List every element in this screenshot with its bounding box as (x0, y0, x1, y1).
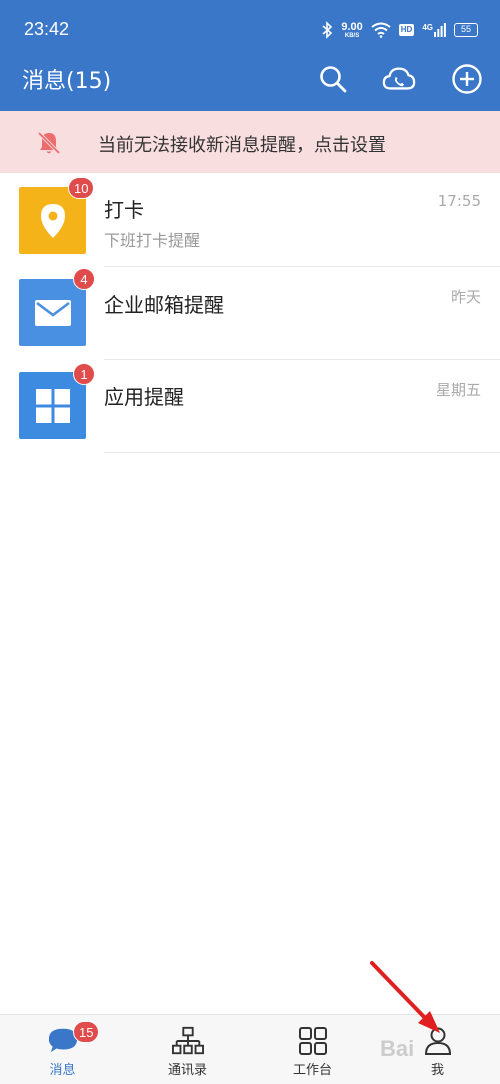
apps-grid-icon (35, 388, 70, 423)
location-pin-icon (40, 203, 65, 238)
conversation-item-mail[interactable]: 4 企业邮箱提醒 昨天 (0, 266, 500, 360)
conversation-time: 17:55 (437, 192, 481, 210)
unread-badge: 1 (73, 363, 95, 385)
tab-messages[interactable]: 15 消息 (0, 1015, 125, 1084)
conversation-title: 企业邮箱提醒 (104, 293, 224, 317)
wifi-icon (371, 22, 391, 38)
org-chart-icon (171, 1025, 204, 1057)
bluetooth-icon (321, 21, 333, 39)
tab-contacts[interactable]: 通讯录 (125, 1015, 250, 1084)
page-title: 消息(15) (22, 69, 112, 94)
hd-icon: HD (398, 24, 415, 36)
status-icons: 9.00 KB/S HD 4G 55 (321, 17, 478, 43)
divider (104, 452, 500, 453)
conversation-title: 打卡 (104, 198, 144, 222)
status-bar: 23:42 9.00 KB/S HD 4G 55 (0, 0, 500, 58)
network-label: 4G (422, 23, 433, 32)
red-arrow-annotation (370, 961, 440, 1033)
tab-workbench[interactable]: 工作台 (250, 1015, 375, 1084)
call-button[interactable] (382, 62, 416, 96)
mail-icon (34, 299, 71, 326)
conversation-title: 应用提醒 (104, 385, 184, 409)
cloud-phone-icon (382, 67, 416, 90)
tab-label: 通讯录 (167, 1063, 207, 1078)
search-icon (320, 66, 347, 93)
search-button[interactable] (316, 62, 350, 96)
notice-text: 当前无法接收新消息提醒，点击设置 (98, 135, 386, 156)
unread-badge: 10 (68, 177, 95, 199)
unread-badge: 4 (73, 268, 95, 290)
tab-label: 工作台 (292, 1063, 332, 1078)
add-button[interactable] (450, 62, 484, 96)
conversation-item-apps[interactable]: 1 应用提醒 星期五 (0, 359, 500, 453)
avatar (19, 279, 86, 346)
net-speed-unit: KB/S (344, 32, 360, 39)
top-app-bar: 23:42 9.00 KB/S HD 4G 55 消息(15) (0, 0, 500, 111)
grid-icon (297, 1025, 329, 1057)
unread-badge: 15 (73, 1021, 100, 1043)
net-speed: 9.00 KB/S (341, 20, 363, 39)
plus-circle-icon (452, 64, 482, 94)
status-time: 23:42 (24, 19, 70, 39)
battery-icon: 55 (454, 23, 478, 37)
conversation-time: 昨天 (450, 288, 481, 306)
conversation-time: 星期五 (435, 381, 481, 399)
conversation-subtitle: 下班打卡提醒 (104, 231, 201, 250)
notification-warning-banner[interactable]: 当前无法接收新消息提醒，点击设置 (0, 111, 500, 173)
conversation-item-punch[interactable]: 10 打卡 下班打卡提醒 17:55 (0, 173, 500, 267)
net-speed-value: 9.00 (341, 20, 363, 33)
bell-off-icon (36, 130, 62, 156)
tab-label: 消息 (49, 1063, 76, 1078)
signal-icon: 4G (422, 23, 446, 37)
